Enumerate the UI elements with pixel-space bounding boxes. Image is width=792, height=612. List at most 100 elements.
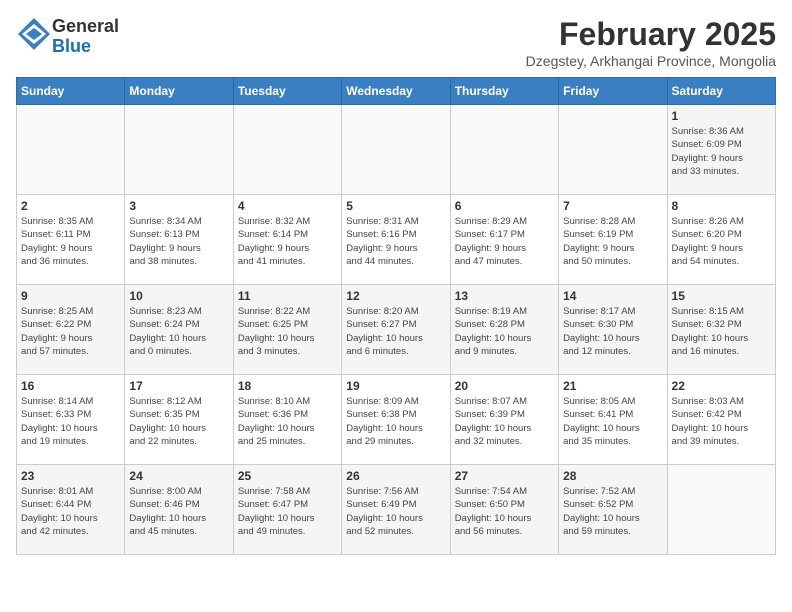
calendar-cell: 8 Sunrise: 8:26 AM Sunset: 6:20 PM Daylig…: [667, 195, 775, 285]
calendar-body: 1 Sunrise: 8:36 AM Sunset: 6:09 PM Daylig…: [17, 105, 776, 555]
logo: General Blue: [16, 16, 119, 57]
location-subtitle: Dzegstey, Arkhangai Province, Mongolia: [526, 53, 776, 69]
calendar-cell: [125, 105, 233, 195]
day-header-saturday: Saturday: [667, 78, 775, 105]
day-header-thursday: Thursday: [450, 78, 558, 105]
day-number: 8: [672, 199, 771, 213]
day-info: Sunrise: 8:15 AM Sunset: 6:32 PM Dayligh…: [672, 305, 771, 358]
day-number: 7: [563, 199, 662, 213]
day-info: Sunrise: 8:20 AM Sunset: 6:27 PM Dayligh…: [346, 305, 445, 358]
day-info: Sunrise: 8:03 AM Sunset: 6:42 PM Dayligh…: [672, 395, 771, 448]
day-info: Sunrise: 7:56 AM Sunset: 6:49 PM Dayligh…: [346, 485, 445, 538]
calendar-cell: 21 Sunrise: 8:05 AM Sunset: 6:41 PM Dayli…: [559, 375, 667, 465]
day-info: Sunrise: 8:25 AM Sunset: 6:22 PM Dayligh…: [21, 305, 120, 358]
day-number: 26: [346, 469, 445, 483]
day-number: 15: [672, 289, 771, 303]
calendar-cell: 15 Sunrise: 8:15 AM Sunset: 6:32 PM Dayli…: [667, 285, 775, 375]
day-number: 22: [672, 379, 771, 393]
calendar-cell: [667, 465, 775, 555]
day-info: Sunrise: 8:36 AM Sunset: 6:09 PM Dayligh…: [672, 125, 771, 178]
calendar-week-5: 23 Sunrise: 8:01 AM Sunset: 6:44 PM Dayli…: [17, 465, 776, 555]
day-info: Sunrise: 8:07 AM Sunset: 6:39 PM Dayligh…: [455, 395, 554, 448]
calendar-table: SundayMondayTuesdayWednesdayThursdayFrid…: [16, 77, 776, 555]
calendar-cell: 4Sunrise: 8:32 AM Sunset: 6:14 PM Daylig…: [233, 195, 341, 285]
day-number: 25: [238, 469, 337, 483]
day-number: 27: [455, 469, 554, 483]
day-number: 6: [455, 199, 554, 213]
day-info: Sunrise: 8:05 AM Sunset: 6:41 PM Dayligh…: [563, 395, 662, 448]
calendar-week-3: 9 Sunrise: 8:25 AM Sunset: 6:22 PM Daylig…: [17, 285, 776, 375]
calendar-cell: 1 Sunrise: 8:36 AM Sunset: 6:09 PM Daylig…: [667, 105, 775, 195]
day-info: Sunrise: 8:09 AM Sunset: 6:38 PM Dayligh…: [346, 395, 445, 448]
day-number: 9: [21, 289, 120, 303]
day-header-tuesday: Tuesday: [233, 78, 341, 105]
day-number: 16: [21, 379, 120, 393]
day-info: Sunrise: 8:00 AM Sunset: 6:46 PM Dayligh…: [129, 485, 228, 538]
calendar-cell: 23 Sunrise: 8:01 AM Sunset: 6:44 PM Dayli…: [17, 465, 125, 555]
calendar-cell: 14 Sunrise: 8:17 AM Sunset: 6:30 PM Dayli…: [559, 285, 667, 375]
day-header-sunday: Sunday: [17, 78, 125, 105]
day-number: 3: [129, 199, 228, 213]
day-header-friday: Friday: [559, 78, 667, 105]
calendar-cell: [17, 105, 125, 195]
day-header-wednesday: Wednesday: [342, 78, 450, 105]
calendar-cell: 18Sunrise: 8:10 AM Sunset: 6:36 PM Dayli…: [233, 375, 341, 465]
calendar-cell: [342, 105, 450, 195]
calendar-cell: [559, 105, 667, 195]
month-title: February 2025: [526, 16, 776, 53]
calendar-week-4: 16 Sunrise: 8:14 AM Sunset: 6:33 PM Dayli…: [17, 375, 776, 465]
day-number: 19: [346, 379, 445, 393]
day-number: 14: [563, 289, 662, 303]
calendar-cell: 5Sunrise: 8:31 AM Sunset: 6:16 PM Daylig…: [342, 195, 450, 285]
calendar-week-2: 2Sunrise: 8:35 AM Sunset: 6:11 PM Daylig…: [17, 195, 776, 285]
day-info: Sunrise: 7:54 AM Sunset: 6:50 PM Dayligh…: [455, 485, 554, 538]
day-number: 1: [672, 109, 771, 123]
calendar-cell: 11 Sunrise: 8:22 AM Sunset: 6:25 PM Dayli…: [233, 285, 341, 375]
day-number: 24: [129, 469, 228, 483]
logo-text: General Blue: [52, 17, 119, 57]
day-number: 21: [563, 379, 662, 393]
day-info: Sunrise: 8:28 AM Sunset: 6:19 PM Dayligh…: [563, 215, 662, 268]
day-info: Sunrise: 8:17 AM Sunset: 6:30 PM Dayligh…: [563, 305, 662, 358]
day-info: Sunrise: 8:14 AM Sunset: 6:33 PM Dayligh…: [21, 395, 120, 448]
calendar-cell: 10 Sunrise: 8:23 AM Sunset: 6:24 PM Dayli…: [125, 285, 233, 375]
day-number: 5: [346, 199, 445, 213]
day-info: Sunrise: 8:34 AM Sunset: 6:13 PM Dayligh…: [129, 215, 228, 268]
calendar-cell: 17Sunrise: 8:12 AM Sunset: 6:35 PM Dayli…: [125, 375, 233, 465]
day-info: Sunrise: 8:12 AM Sunset: 6:35 PM Dayligh…: [129, 395, 228, 448]
calendar-cell: 16 Sunrise: 8:14 AM Sunset: 6:33 PM Dayli…: [17, 375, 125, 465]
calendar-cell: 27 Sunrise: 7:54 AM Sunset: 6:50 PM Dayli…: [450, 465, 558, 555]
day-number: 10: [129, 289, 228, 303]
day-info: Sunrise: 8:01 AM Sunset: 6:44 PM Dayligh…: [21, 485, 120, 538]
calendar-cell: 2Sunrise: 8:35 AM Sunset: 6:11 PM Daylig…: [17, 195, 125, 285]
day-info: Sunrise: 8:22 AM Sunset: 6:25 PM Dayligh…: [238, 305, 337, 358]
day-info: Sunrise: 8:29 AM Sunset: 6:17 PM Dayligh…: [455, 215, 554, 268]
page-header: General Blue February 2025 Dzegstey, Ark…: [16, 16, 776, 69]
day-number: 20: [455, 379, 554, 393]
calendar-week-1: 1 Sunrise: 8:36 AM Sunset: 6:09 PM Daylig…: [17, 105, 776, 195]
day-header-monday: Monday: [125, 78, 233, 105]
calendar-cell: 24 Sunrise: 8:00 AM Sunset: 6:46 PM Dayli…: [125, 465, 233, 555]
calendar-cell: 3 Sunrise: 8:34 AM Sunset: 6:13 PM Daylig…: [125, 195, 233, 285]
calendar-cell: 26 Sunrise: 7:56 AM Sunset: 6:49 PM Dayli…: [342, 465, 450, 555]
day-number: 13: [455, 289, 554, 303]
day-info: Sunrise: 8:23 AM Sunset: 6:24 PM Dayligh…: [129, 305, 228, 358]
day-info: Sunrise: 8:35 AM Sunset: 6:11 PM Dayligh…: [21, 215, 120, 268]
calendar-cell: [450, 105, 558, 195]
calendar-cell: 9 Sunrise: 8:25 AM Sunset: 6:22 PM Daylig…: [17, 285, 125, 375]
logo-icon: [16, 16, 52, 52]
calendar-cell: 13Sunrise: 8:19 AM Sunset: 6:28 PM Dayli…: [450, 285, 558, 375]
day-info: Sunrise: 8:26 AM Sunset: 6:20 PM Dayligh…: [672, 215, 771, 268]
day-number: 28: [563, 469, 662, 483]
calendar-cell: 19 Sunrise: 8:09 AM Sunset: 6:38 PM Dayli…: [342, 375, 450, 465]
calendar-cell: 25 Sunrise: 7:58 AM Sunset: 6:47 PM Dayli…: [233, 465, 341, 555]
day-number: 23: [21, 469, 120, 483]
day-number: 11: [238, 289, 337, 303]
calendar-cell: 12Sunrise: 8:20 AM Sunset: 6:27 PM Dayli…: [342, 285, 450, 375]
day-info: Sunrise: 7:52 AM Sunset: 6:52 PM Dayligh…: [563, 485, 662, 538]
day-info: Sunrise: 7:58 AM Sunset: 6:47 PM Dayligh…: [238, 485, 337, 538]
calendar-cell: 6 Sunrise: 8:29 AM Sunset: 6:17 PM Daylig…: [450, 195, 558, 285]
calendar-cell: 20 Sunrise: 8:07 AM Sunset: 6:39 PM Dayli…: [450, 375, 558, 465]
title-block: February 2025 Dzegstey, Arkhangai Provin…: [526, 16, 776, 69]
header-row: SundayMondayTuesdayWednesdayThursdayFrid…: [17, 78, 776, 105]
